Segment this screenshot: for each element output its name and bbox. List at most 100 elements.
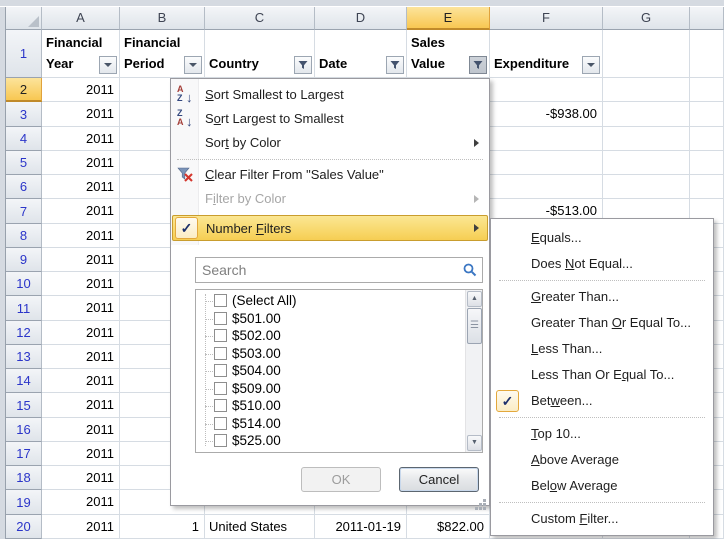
- scroll-up-button[interactable]: ▲: [467, 291, 482, 307]
- row-header-18[interactable]: 18: [6, 466, 42, 490]
- list-scrollbar[interactable]: ▲ ☰ ▼: [465, 290, 482, 452]
- cell-A12[interactable]: 2011: [42, 321, 120, 345]
- header-cell-A[interactable]: Financial Year: [42, 30, 120, 78]
- filter-button-C[interactable]: [294, 56, 312, 74]
- cell-F5[interactable]: [490, 151, 603, 175]
- row-header-11[interactable]: 11: [6, 296, 42, 321]
- menu-item-clear-filter-from-sales-value[interactable]: Clear Filter From "Sales Value": [173, 163, 487, 187]
- filter-value-item[interactable]: $514.00: [196, 415, 464, 433]
- column-header-A[interactable]: A: [42, 7, 120, 30]
- row-header-14[interactable]: 14: [6, 369, 42, 393]
- row-header-8[interactable]: 8: [6, 224, 42, 248]
- submenu-item-custom-filter[interactable]: Custom Filter...: [493, 506, 711, 532]
- cell-A5[interactable]: 2011: [42, 151, 120, 175]
- submenu-item-below-average[interactable]: Below Average: [493, 473, 711, 499]
- cell-H5[interactable]: [690, 151, 724, 175]
- value-checkbox[interactable]: [214, 434, 227, 447]
- row-header-10[interactable]: 10: [6, 272, 42, 296]
- cell-D20[interactable]: 2011-01-19: [315, 515, 407, 539]
- cell-C20[interactable]: United States: [205, 515, 315, 539]
- cell-A15[interactable]: 2011: [42, 393, 120, 418]
- row-header-1[interactable]: 1: [6, 30, 42, 78]
- row-header-6[interactable]: 6: [6, 175, 42, 199]
- submenu-item-less-than-or-equal-to[interactable]: Less Than Or Equal To...: [493, 362, 711, 388]
- search-icon[interactable]: [463, 263, 477, 277]
- cell-A3[interactable]: 2011: [42, 102, 120, 127]
- cell-F3[interactable]: -$938.00: [490, 102, 603, 127]
- column-header-partial[interactable]: [690, 7, 724, 30]
- row-header-7[interactable]: 7: [6, 199, 42, 224]
- filter-value-item[interactable]: $503.00: [196, 345, 464, 363]
- cell-G2[interactable]: [603, 78, 690, 102]
- cell-A17[interactable]: 2011: [42, 442, 120, 466]
- cell-A9[interactable]: 2011: [42, 248, 120, 272]
- header-cell-F[interactable]: Expenditure: [490, 30, 603, 78]
- row-header-2[interactable]: 2: [6, 78, 42, 102]
- cell-G5[interactable]: [603, 151, 690, 175]
- header-cell-E[interactable]: Sales Value: [407, 30, 490, 78]
- cell-A6[interactable]: 2011: [42, 175, 120, 199]
- value-checkbox[interactable]: [214, 382, 227, 395]
- filter-value-item[interactable]: (Select All): [196, 292, 464, 310]
- row-header-13[interactable]: 13: [6, 345, 42, 369]
- filter-button-A[interactable]: [99, 56, 117, 74]
- cell-G4[interactable]: [603, 127, 690, 151]
- cell-G3[interactable]: [603, 102, 690, 127]
- cell-B20[interactable]: 1: [120, 515, 205, 539]
- cell-A19[interactable]: 2011: [42, 490, 120, 515]
- header-cell-C[interactable]: Country: [205, 30, 315, 78]
- scroll-down-button[interactable]: ▼: [467, 435, 482, 451]
- column-header-B[interactable]: B: [120, 7, 205, 30]
- value-checkbox[interactable]: [214, 452, 227, 454]
- cancel-button[interactable]: Cancel: [399, 467, 479, 492]
- row-header-5[interactable]: 5: [6, 151, 42, 175]
- row-header-9[interactable]: 9: [6, 248, 42, 272]
- header-cell-H[interactable]: [690, 30, 724, 78]
- menu-item-sort-smallest-to-largest[interactable]: AZ↓Sort Smallest to Largest: [173, 83, 487, 107]
- value-checkbox[interactable]: [214, 329, 227, 342]
- value-checkbox[interactable]: [214, 417, 227, 430]
- cell-H6[interactable]: [690, 175, 724, 199]
- cell-A20[interactable]: 2011: [42, 515, 120, 539]
- filter-value-item[interactable]: $504.00: [196, 362, 464, 380]
- row-header-20[interactable]: 20: [6, 515, 42, 539]
- row-header-3[interactable]: 3: [6, 102, 42, 127]
- header-cell-B[interactable]: Financial Period: [120, 30, 205, 78]
- submenu-item-above-average[interactable]: Above Average: [493, 447, 711, 473]
- cell-A11[interactable]: 2011: [42, 296, 120, 321]
- cell-A13[interactable]: 2011: [42, 345, 120, 369]
- menu-item-sort-by-color[interactable]: Sort by Color: [173, 131, 487, 155]
- cell-A18[interactable]: 2011: [42, 466, 120, 490]
- search-input[interactable]: [200, 260, 454, 280]
- cell-F2[interactable]: [490, 78, 603, 102]
- value-checkbox[interactable]: [214, 347, 227, 360]
- submenu-item-greater-than[interactable]: Greater Than...: [493, 284, 711, 310]
- row-header-15[interactable]: 15: [6, 393, 42, 418]
- menu-item-number-filters[interactable]: ✓Number Filters: [172, 215, 488, 241]
- scroll-thumb[interactable]: ☰: [467, 308, 482, 344]
- column-header-G[interactable]: G: [603, 7, 690, 30]
- submenu-item-top-10[interactable]: Top 10...: [493, 421, 711, 447]
- value-checkbox[interactable]: [214, 364, 227, 377]
- filter-value-item[interactable]: $525.00: [196, 432, 464, 450]
- select-all-corner[interactable]: [6, 7, 42, 30]
- filter-value-item[interactable]: $510.00: [196, 397, 464, 415]
- submenu-item-between[interactable]: ✓Between...: [493, 388, 711, 414]
- value-checkbox[interactable]: [214, 294, 227, 307]
- cell-A4[interactable]: 2011: [42, 127, 120, 151]
- submenu-item-less-than[interactable]: Less Than...: [493, 336, 711, 362]
- row-header-16[interactable]: 16: [6, 418, 42, 442]
- value-checkbox[interactable]: [214, 399, 227, 412]
- column-header-F[interactable]: F: [490, 7, 603, 30]
- cell-A2[interactable]: 2011: [42, 78, 120, 102]
- filter-value-item[interactable]: $509.00: [196, 380, 464, 398]
- submenu-item-greater-than-or-equal-to[interactable]: Greater Than Or Equal To...: [493, 310, 711, 336]
- column-header-D[interactable]: D: [315, 7, 407, 30]
- row-header-17[interactable]: 17: [6, 442, 42, 466]
- header-cell-G[interactable]: [603, 30, 690, 78]
- row-header-19[interactable]: 19: [6, 490, 42, 515]
- submenu-item-equals[interactable]: Equals...: [493, 225, 711, 251]
- column-header-E[interactable]: E: [407, 7, 490, 30]
- row-header-12[interactable]: 12: [6, 321, 42, 345]
- cell-A14[interactable]: 2011: [42, 369, 120, 393]
